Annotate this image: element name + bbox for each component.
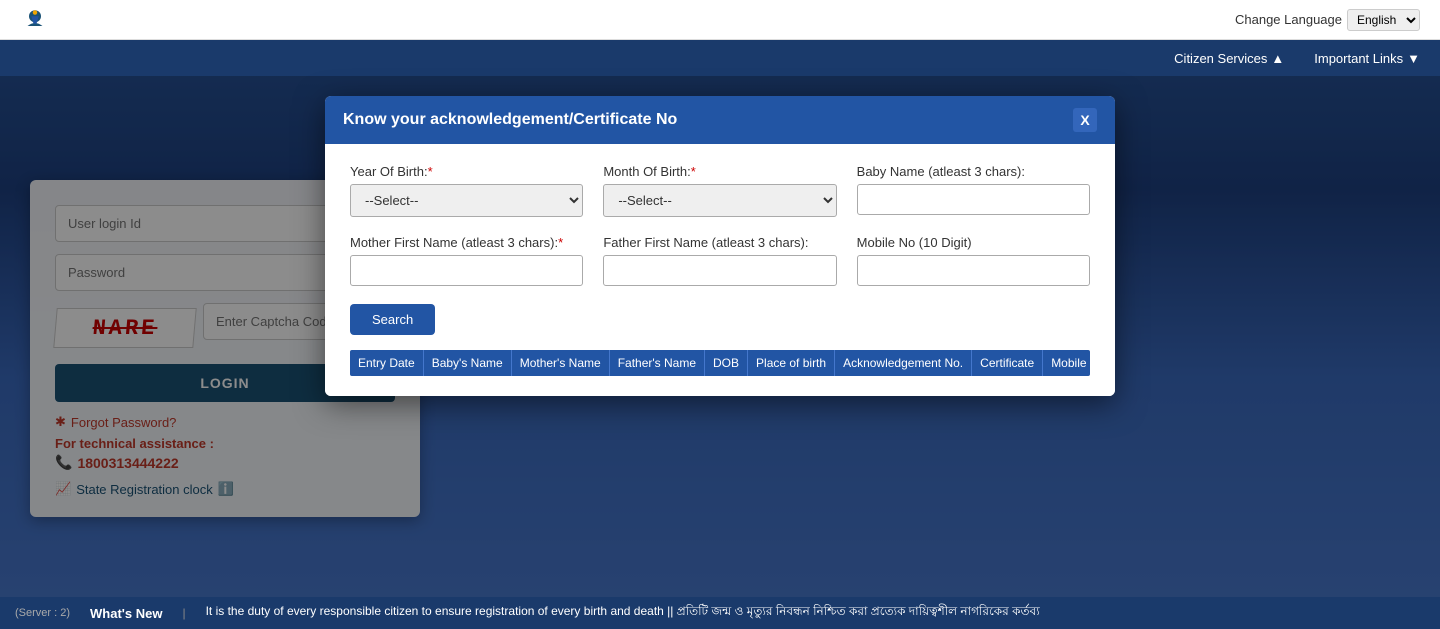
navigation-bar: Citizen Services ▲ Important Links ▼: [0, 40, 1440, 76]
chevron-down-icon: ▲: [1271, 51, 1284, 66]
baby-name-input[interactable]: [857, 184, 1090, 215]
modal-header: Know your acknowledgement/Certificate No…: [325, 96, 1115, 144]
baby-name-label: Baby Name (atleast 3 chars):: [857, 164, 1090, 179]
header-right: Change Language English Bengali Hindi: [1235, 9, 1420, 31]
th-acknowledgement: Acknowledgement No.: [835, 350, 972, 376]
th-entry-date: Entry Date: [350, 350, 424, 376]
citizen-services-nav[interactable]: Citizen Services ▲: [1174, 51, 1284, 66]
marquee-text: It is the duty of every responsible citi…: [206, 603, 1425, 623]
result-table-header: Entry Date Baby's Name Mother's Name Fat…: [350, 350, 1090, 376]
important-links-nav[interactable]: Important Links ▼: [1314, 51, 1420, 66]
mother-name-input[interactable]: [350, 255, 583, 286]
th-baby-name: Baby's Name: [424, 350, 512, 376]
logo: [20, 5, 50, 35]
th-father-name: Father's Name: [610, 350, 705, 376]
form-row-1: Year Of Birth:* --Select-- Month Of Birt…: [350, 164, 1090, 217]
bottom-divider: |: [182, 606, 185, 620]
language-selector[interactable]: Change Language English Bengali Hindi: [1235, 9, 1420, 31]
mobile-no-input[interactable]: [857, 255, 1090, 286]
th-dob: DOB: [705, 350, 748, 376]
th-place-of-birth: Place of birth: [748, 350, 835, 376]
modal-close-button[interactable]: X: [1073, 108, 1097, 132]
father-name-input[interactable]: [603, 255, 836, 286]
year-of-birth-group: Year Of Birth:* --Select--: [350, 164, 583, 217]
mobile-no-group: Mobile No (10 Digit): [857, 235, 1090, 286]
search-button[interactable]: Search: [350, 304, 435, 335]
modal-title: Know your acknowledgement/Certificate No: [343, 111, 677, 129]
language-select[interactable]: English Bengali Hindi: [1347, 9, 1420, 31]
year-of-birth-select[interactable]: --Select--: [350, 184, 583, 217]
baby-name-group: Baby Name (atleast 3 chars):: [857, 164, 1090, 217]
chevron-down-icon-2: ▼: [1407, 51, 1420, 66]
th-mother-name: Mother's Name: [512, 350, 610, 376]
year-of-birth-label: Year Of Birth:*: [350, 164, 583, 179]
bottom-bar: (Server : 2) What's New | It is the duty…: [0, 597, 1440, 629]
month-of-birth-select[interactable]: --Select--: [603, 184, 836, 217]
change-language-label: Change Language: [1235, 12, 1342, 27]
mother-name-group: Mother First Name (atleast 3 chars):*: [350, 235, 583, 286]
month-of-birth-group: Month Of Birth:* --Select--: [603, 164, 836, 217]
mother-name-label: Mother First Name (atleast 3 chars):*: [350, 235, 583, 250]
whats-new-label: What's New: [90, 606, 162, 621]
mobile-no-label: Mobile No (10 Digit): [857, 235, 1090, 250]
father-name-group: Father First Name (atleast 3 chars):: [603, 235, 836, 286]
modal-overlay: Know your acknowledgement/Certificate No…: [0, 76, 1440, 597]
modal-dialog: Know your acknowledgement/Certificate No…: [325, 96, 1115, 396]
top-header: Change Language English Bengali Hindi: [0, 0, 1440, 40]
gov-logo-icon: [20, 5, 50, 35]
th-certificate: Certificate: [972, 350, 1043, 376]
form-row-2: Mother First Name (atleast 3 chars):* Fa…: [350, 235, 1090, 286]
month-of-birth-label: Month Of Birth:*: [603, 164, 836, 179]
father-name-label: Father First Name (atleast 3 chars):: [603, 235, 836, 250]
th-mobile: Mobile: [1043, 350, 1090, 376]
server-tag: (Server : 2): [15, 607, 70, 619]
modal-body: Year Of Birth:* --Select-- Month Of Birt…: [325, 144, 1115, 396]
